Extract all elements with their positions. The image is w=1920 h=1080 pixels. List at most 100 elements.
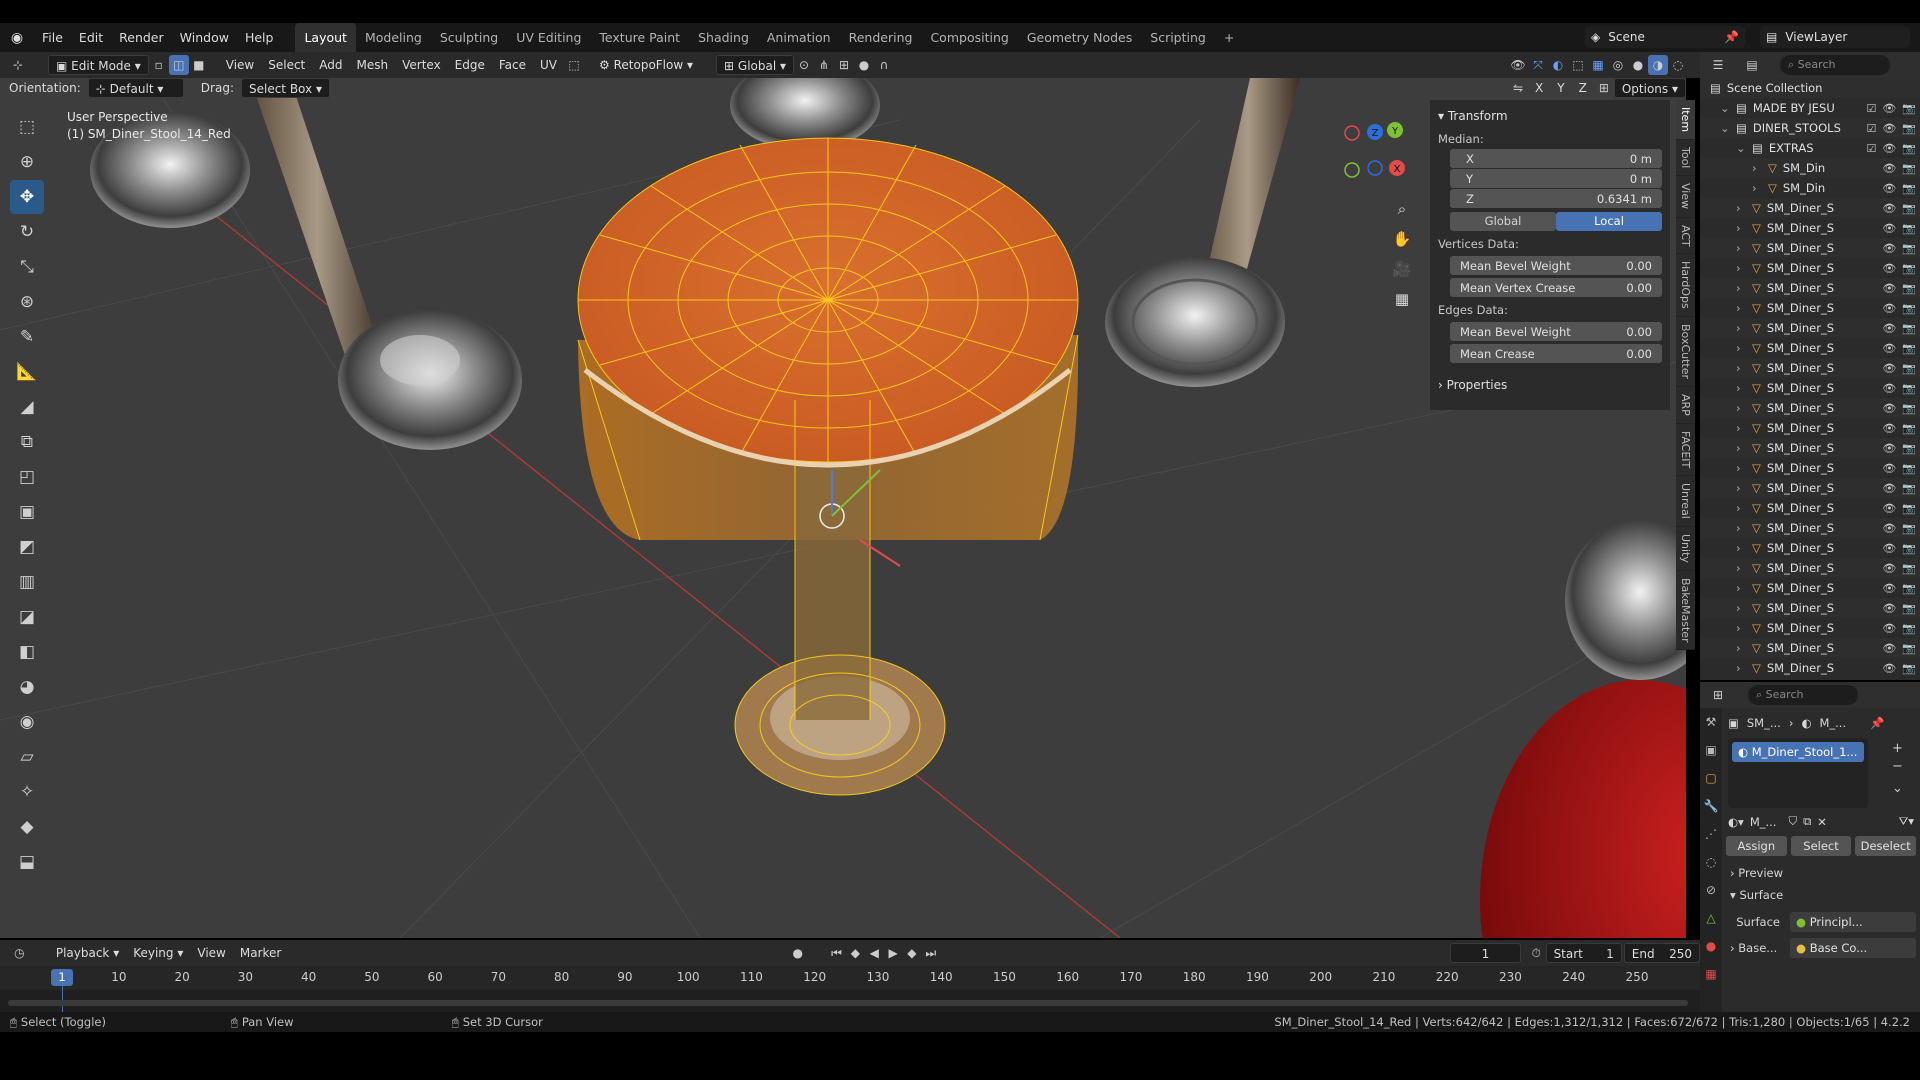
sidebar-tab-view[interactable]: View xyxy=(1676,176,1695,218)
expand-arrow-icon[interactable]: › xyxy=(1736,541,1748,555)
camera-icon[interactable]: 📷 xyxy=(1902,122,1916,135)
menu-keying[interactable]: Keying ▾ xyxy=(126,943,190,963)
expand-arrow-icon[interactable]: › xyxy=(1736,261,1748,275)
outliner-search-input[interactable]: ⌕ Search xyxy=(1780,55,1890,75)
tab-uv-editing[interactable]: UV Editing xyxy=(507,23,590,52)
eye-icon[interactable]: 👁 xyxy=(1882,582,1896,595)
camera-icon[interactable]: 📷 xyxy=(1902,322,1916,335)
exclude-checkbox-icon[interactable]: ☑ xyxy=(1866,122,1876,135)
expand-arrow-icon[interactable]: › xyxy=(1736,501,1748,515)
eye-icon[interactable]: 👁 xyxy=(1882,502,1896,515)
eye-icon[interactable]: 👁 xyxy=(1882,322,1896,335)
eye-icon[interactable]: 👁 xyxy=(1882,182,1896,195)
tab-animation[interactable]: Animation xyxy=(758,23,840,52)
menu-help[interactable]: Help xyxy=(237,23,282,52)
outliner-row[interactable]: › ▽ SM_Diner_S 👁 📷 xyxy=(1700,258,1920,278)
menu-uv[interactable]: UV xyxy=(533,55,564,75)
outliner-row[interactable]: › ▽ SM_Diner_S 👁 📷 xyxy=(1700,278,1920,298)
material-name[interactable]: M_... xyxy=(1750,815,1777,829)
outliner-row[interactable]: › ▽ SM_Diner_S 👁 📷 xyxy=(1700,398,1920,418)
mean-vertex-crease-field[interactable]: Mean Vertex Crease 0.00 xyxy=(1450,278,1662,297)
outliner-row[interactable]: › ▽ SM_Diner_S 👁 📷 xyxy=(1700,458,1920,478)
eye-icon[interactable]: 👁 xyxy=(1882,622,1896,635)
end-frame-field[interactable]: End 250 xyxy=(1623,943,1701,963)
expand-arrow-icon[interactable]: › xyxy=(1736,661,1748,675)
sidebar-tab-faceit[interactable]: FACEIT xyxy=(1676,423,1695,477)
properties-panel-header[interactable]: › Properties xyxy=(1438,375,1662,395)
snap-target-icon[interactable]: ⊞ xyxy=(834,55,854,75)
expand-arrow-icon[interactable]: › xyxy=(1736,341,1748,355)
eye-icon[interactable]: 👁 xyxy=(1882,382,1896,395)
camera-icon[interactable]: 📷 xyxy=(1902,642,1916,655)
move-tool-icon[interactable]: ✥ xyxy=(10,180,44,214)
knife-tool-icon[interactable]: ▥ xyxy=(10,565,44,599)
eye-icon[interactable]: 👁 xyxy=(1882,422,1896,435)
rip-tool-icon[interactable]: ✧ xyxy=(10,775,44,809)
tab-texture-paint[interactable]: Texture Paint xyxy=(590,23,689,52)
outliner-row[interactable]: ⌄ ▤ DINER_STOOLS ☑ 👁 📷 xyxy=(1700,118,1920,138)
eye-icon[interactable]: 👁 xyxy=(1882,142,1896,155)
outliner-row[interactable]: › ▽ SM_Diner_S 👁 📷 xyxy=(1700,318,1920,338)
expand-arrow-icon[interactable]: › xyxy=(1736,321,1748,335)
material-props-icon[interactable]: ● xyxy=(1700,932,1722,960)
expand-arrow-icon[interactable]: › xyxy=(1736,301,1748,315)
outliner-row[interactable]: › ▽ SM_Diner_S 👁 📷 xyxy=(1700,198,1920,218)
camera-icon[interactable]: 📷 xyxy=(1902,382,1916,395)
camera-icon[interactable]: 📷 xyxy=(1902,582,1916,595)
eye-icon[interactable]: 👁 xyxy=(1882,102,1896,115)
sidebar-tab-item[interactable]: Item xyxy=(1676,100,1695,141)
eye-icon[interactable]: 👁 xyxy=(1882,342,1896,355)
sidebar-tab-arp[interactable]: ARP xyxy=(1676,387,1695,424)
eye-icon[interactable]: 👁 xyxy=(1882,282,1896,295)
camera-icon[interactable]: 📷 xyxy=(1902,342,1916,355)
falloff-icon[interactable]: ∩ xyxy=(874,55,894,75)
outliner-row[interactable]: ⌄ ▤ EXTRAS ☑ 👁 📷 xyxy=(1700,138,1920,158)
snap-icon[interactable]: ⋔ xyxy=(814,55,834,75)
sidebar-tab-act[interactable]: ACT xyxy=(1676,217,1695,255)
jump-keyframe-forward-icon[interactable]: ◆ xyxy=(902,943,921,963)
mesh-overlay-icon[interactable]: ⬚ xyxy=(1568,55,1588,75)
sidebar-tab-tool[interactable]: Tool xyxy=(1676,140,1695,177)
tab-layout[interactable]: Layout xyxy=(295,23,356,52)
preview-range-icon[interactable]: ⏱ xyxy=(1527,943,1546,963)
start-frame-field[interactable]: Start 1 xyxy=(1545,943,1622,963)
measure-tool-icon[interactable]: 📐 xyxy=(10,355,44,389)
expand-arrow-icon[interactable]: › xyxy=(1736,521,1748,535)
shrink-fatten-tool-icon[interactable]: ◉ xyxy=(10,705,44,739)
outliner-row[interactable]: ⌄ ▤ MADE BY JESU ☑ 👁 📷 xyxy=(1700,98,1920,118)
camera-icon[interactable]: 📷 xyxy=(1902,182,1916,195)
gizmo-icon[interactable]: ⤧ xyxy=(1528,55,1548,75)
outliner-editor-icon[interactable]: ☰ xyxy=(1708,55,1728,75)
camera-icon[interactable]: 📷 xyxy=(1902,462,1916,475)
material-shading-icon[interactable]: ◑ xyxy=(1648,55,1668,75)
menu-playback[interactable]: Playback ▾ xyxy=(49,943,126,963)
transform-orientation-selector[interactable]: ⊞ Global ▾ xyxy=(716,55,795,75)
eye-icon[interactable]: 👁 xyxy=(1882,222,1896,235)
mode-selector[interactable]: ▣ Edit Mode ▾ xyxy=(48,55,149,75)
orientation-dropdown[interactable]: ⊹ Default ▾ xyxy=(87,78,184,98)
outliner-row[interactable]: › ▽ SM_Diner_S 👁 📷 xyxy=(1700,238,1920,258)
timeline-scrollbar[interactable] xyxy=(8,1000,1688,1006)
select-button[interactable]: Select xyxy=(1790,836,1852,856)
current-frame-indicator[interactable]: 1 xyxy=(51,969,73,986)
material-browse-icon[interactable]: ◐▾ xyxy=(1728,815,1744,829)
menu-add[interactable]: Add xyxy=(312,55,349,75)
physics-props-icon[interactable]: ◌ xyxy=(1700,848,1722,876)
outliner-row[interactable]: › ▽ SM_Diner_S 👁 📷 xyxy=(1700,538,1920,558)
outliner-row[interactable]: › ▽ SM_Diner_S 👁 📷 xyxy=(1700,618,1920,638)
push-pull-tool-icon[interactable]: ⬓ xyxy=(10,845,44,879)
pin-icon[interactable]: 📌 xyxy=(1724,30,1739,44)
camera-icon[interactable]: 📷 xyxy=(1902,102,1916,115)
menu-render[interactable]: Render xyxy=(111,23,172,52)
fake-user-icon[interactable]: ⛉ xyxy=(1788,814,1797,829)
unlink-material-icon[interactable]: ✕ xyxy=(1817,815,1827,829)
extrude-tool-icon[interactable]: ⧉ xyxy=(10,425,44,459)
properties-search-input[interactable]: ⌕ Search xyxy=(1748,685,1858,705)
poly-build-tool-icon[interactable]: ◪ xyxy=(10,600,44,634)
menu-mesh[interactable]: Mesh xyxy=(350,55,396,75)
camera-icon[interactable]: 📷 xyxy=(1902,422,1916,435)
eye-icon[interactable]: 👁 xyxy=(1882,302,1896,315)
expand-arrow-icon[interactable]: › xyxy=(1736,461,1748,475)
pan-hand-icon[interactable]: ✋ xyxy=(1390,224,1414,254)
expand-arrow-icon[interactable]: › xyxy=(1752,161,1764,175)
